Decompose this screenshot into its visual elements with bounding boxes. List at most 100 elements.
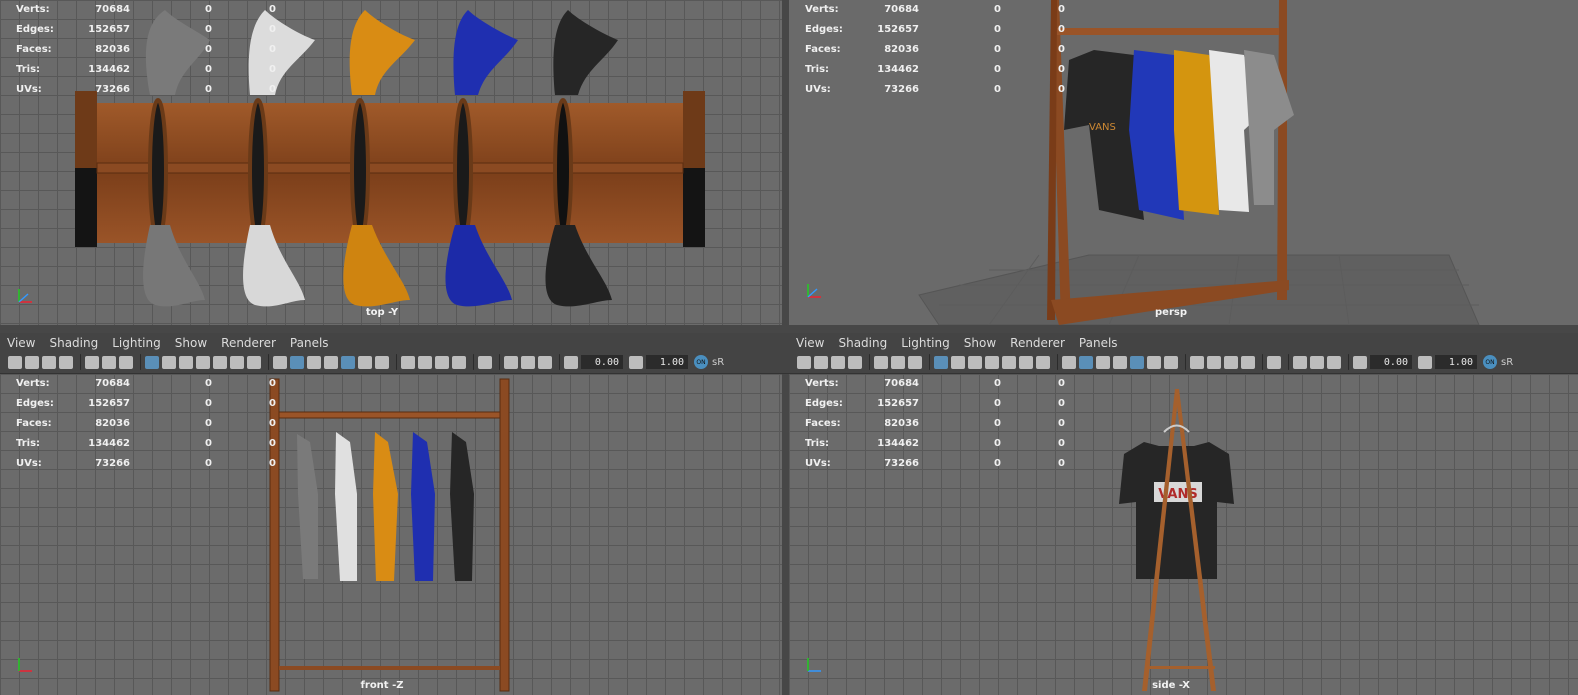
smooth-shade-icon[interactable] <box>290 355 304 369</box>
safe-action-icon[interactable] <box>1019 355 1033 369</box>
viewport-persp[interactable]: Verts: 70684 0 0 Edges: 152657 0 0 Faces: 82036… <box>789 0 1578 325</box>
viewport-label: side -X <box>1152 680 1190 691</box>
2d-pan-icon[interactable] <box>908 355 922 369</box>
pan-zoom-icon[interactable] <box>891 355 905 369</box>
grid-toggle-icon[interactable] <box>145 355 159 369</box>
shadows-icon[interactable] <box>1164 355 1178 369</box>
wireframe-on-shaded-icon[interactable] <box>324 355 338 369</box>
menu-show[interactable]: Show <box>964 336 996 350</box>
gamma-field[interactable]: 1.00 <box>646 355 688 369</box>
stat-label: UVs: <box>16 84 42 95</box>
safe-action-icon[interactable] <box>230 355 244 369</box>
gamma-icon[interactable] <box>629 355 643 369</box>
exposure-icon[interactable] <box>1353 355 1367 369</box>
xray-icon[interactable] <box>1293 355 1307 369</box>
viewport-front[interactable]: Verts: 70684 0 0 Edges: 152657 0 0 Faces: 82036… <box>0 374 782 695</box>
bookmark-icon[interactable] <box>42 355 56 369</box>
axis-gizmo <box>807 284 821 298</box>
panel-menubar: View Shading Lighting Show Renderer Pane… <box>789 333 1578 353</box>
xray-joints-icon[interactable] <box>538 355 552 369</box>
depth-of-field-icon[interactable] <box>452 355 466 369</box>
menu-lighting[interactable]: Lighting <box>901 336 950 350</box>
exposure-field[interactable]: 0.00 <box>1370 355 1412 369</box>
depth-of-field-icon[interactable] <box>1241 355 1255 369</box>
poly-stats: Verts: 70684 0 0 Edges: 152657 0 0 Faces: 82036… <box>805 378 1065 469</box>
viewport-label: top -Y <box>365 307 399 318</box>
menu-renderer[interactable]: Renderer <box>1010 336 1065 350</box>
textured-icon[interactable] <box>1130 355 1144 369</box>
xray-joints-icon[interactable] <box>1327 355 1341 369</box>
menu-lighting[interactable]: Lighting <box>112 336 161 350</box>
viewport-top[interactable]: Verts: 70684 0 0 Edges: 152657 0 0 Faces: 82036… <box>0 0 782 325</box>
axis-gizmo <box>807 658 821 672</box>
colorspace-toggle[interactable]: ON <box>1483 355 1497 369</box>
separator <box>268 354 269 370</box>
shadows-icon[interactable] <box>375 355 389 369</box>
image-plane-icon[interactable] <box>848 355 862 369</box>
camera-icon[interactable] <box>8 355 22 369</box>
exposure-field[interactable]: 0.00 <box>581 355 623 369</box>
film-gate-icon[interactable] <box>951 355 965 369</box>
separator <box>140 354 141 370</box>
bookmark-icon[interactable] <box>831 355 845 369</box>
isolate-select-icon[interactable] <box>1267 355 1281 369</box>
separator <box>1348 354 1349 370</box>
camera-attr-icon[interactable] <box>814 355 828 369</box>
lights-icon[interactable] <box>1147 355 1161 369</box>
resolution-gate-icon[interactable] <box>968 355 982 369</box>
grease-pencil-icon[interactable] <box>85 355 99 369</box>
safe-title-icon[interactable] <box>247 355 261 369</box>
xray-icon[interactable] <box>504 355 518 369</box>
menu-view[interactable]: View <box>7 336 35 350</box>
field-chart-icon[interactable] <box>213 355 227 369</box>
viewport-side[interactable]: Verts: 70684 0 0 Edges: 152657 0 0 Faces: 82036… <box>789 374 1578 695</box>
separator <box>499 354 500 370</box>
menu-shading[interactable]: Shading <box>49 336 98 350</box>
ambient-occlusion-icon[interactable] <box>401 355 415 369</box>
safe-title-icon[interactable] <box>1036 355 1050 369</box>
grease-pencil-icon[interactable] <box>874 355 888 369</box>
motion-blur-icon[interactable] <box>1207 355 1221 369</box>
gamma-icon[interactable] <box>1418 355 1432 369</box>
default-material-icon[interactable] <box>307 355 321 369</box>
wireframe-icon[interactable] <box>273 355 287 369</box>
pan-zoom-icon[interactable] <box>102 355 116 369</box>
wireframe-icon[interactable] <box>1062 355 1076 369</box>
xray-active-icon[interactable] <box>1310 355 1324 369</box>
field-chart-icon[interactable] <box>1002 355 1016 369</box>
image-plane-icon[interactable] <box>59 355 73 369</box>
viewport-label: persp <box>1155 307 1187 318</box>
ambient-occlusion-icon[interactable] <box>1190 355 1204 369</box>
lights-icon[interactable] <box>358 355 372 369</box>
camera-attr-icon[interactable] <box>25 355 39 369</box>
antialiasing-icon[interactable] <box>435 355 449 369</box>
stat-label: Verts: <box>16 4 50 15</box>
motion-blur-icon[interactable] <box>418 355 432 369</box>
xray-active-icon[interactable] <box>521 355 535 369</box>
gate-mask-icon[interactable] <box>196 355 210 369</box>
smooth-shade-icon[interactable] <box>1079 355 1093 369</box>
menu-panels[interactable]: Panels <box>1079 336 1118 350</box>
menu-shading[interactable]: Shading <box>838 336 887 350</box>
resolution-gate-icon[interactable] <box>179 355 193 369</box>
menu-panels[interactable]: Panels <box>290 336 329 350</box>
menu-renderer[interactable]: Renderer <box>221 336 276 350</box>
shirts-persp: VANS <box>1064 50 1294 220</box>
film-gate-icon[interactable] <box>162 355 176 369</box>
textured-icon[interactable] <box>341 355 355 369</box>
grid-toggle-icon[interactable] <box>934 355 948 369</box>
isolate-select-icon[interactable] <box>478 355 492 369</box>
gamma-field[interactable]: 1.00 <box>1435 355 1477 369</box>
exposure-icon[interactable] <box>564 355 578 369</box>
camera-icon[interactable] <box>797 355 811 369</box>
default-material-icon[interactable] <box>1096 355 1110 369</box>
gate-mask-icon[interactable] <box>985 355 999 369</box>
menu-view[interactable]: View <box>796 336 824 350</box>
menu-show[interactable]: Show <box>175 336 207 350</box>
2d-pan-icon[interactable] <box>119 355 133 369</box>
antialiasing-icon[interactable] <box>1224 355 1238 369</box>
separator <box>1057 354 1058 370</box>
stat-label: Faces: <box>16 44 52 55</box>
colorspace-toggle[interactable]: ON <box>694 355 708 369</box>
wireframe-on-shaded-icon[interactable] <box>1113 355 1127 369</box>
